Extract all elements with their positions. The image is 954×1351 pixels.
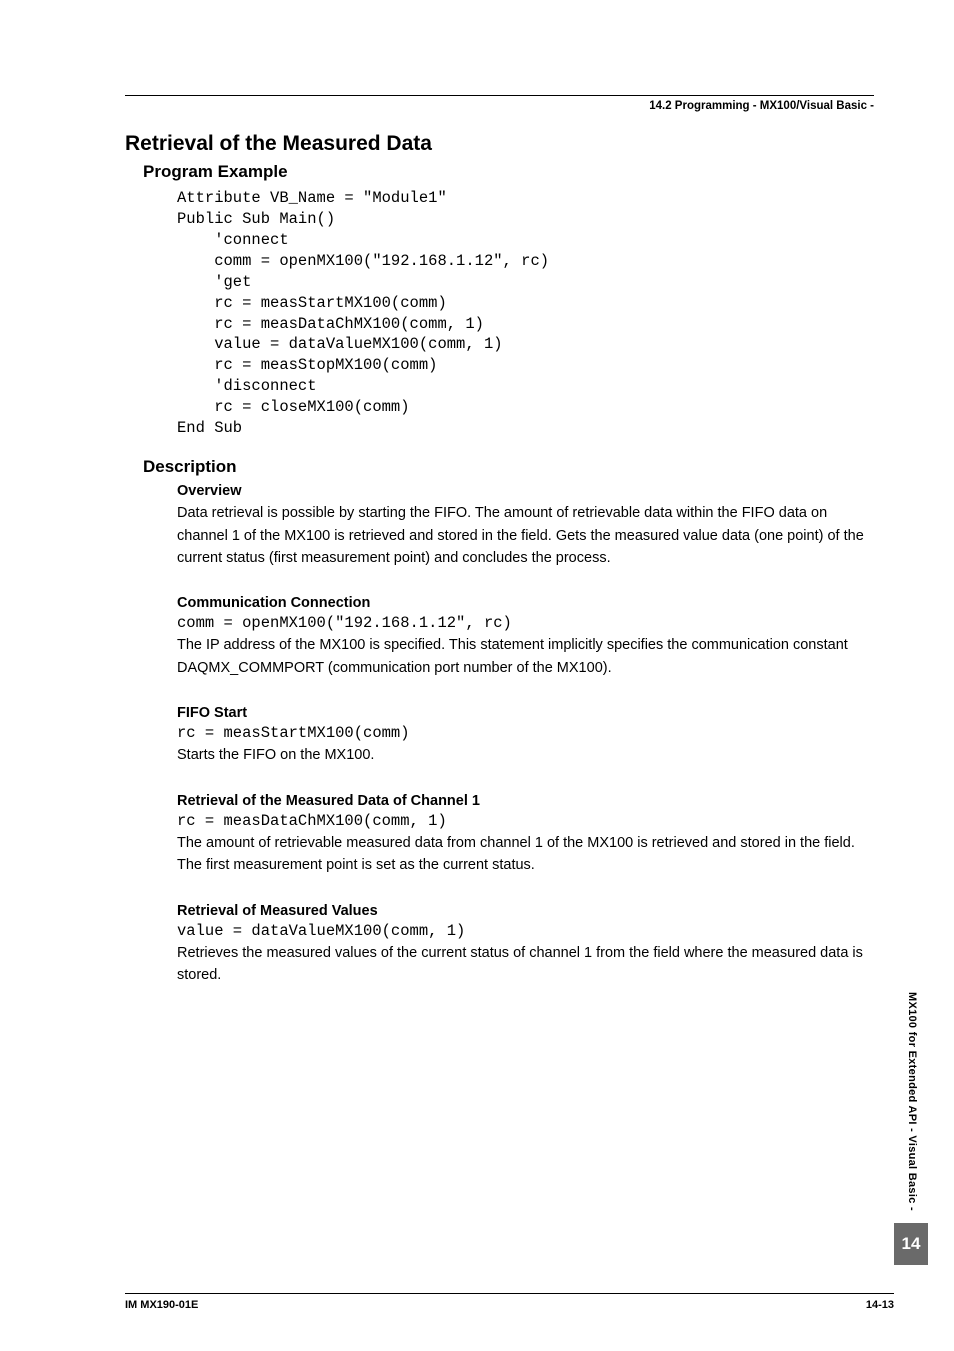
section-title: Communication Connection	[177, 595, 874, 611]
chapter-badge: 14	[894, 1223, 928, 1265]
description-heading: Description	[143, 457, 874, 477]
page-footer: IM MX190-01E 14-13	[125, 1293, 894, 1311]
section-title: FIFO Start	[177, 705, 874, 721]
section-code: rc = measStartMX100(comm)	[177, 724, 874, 742]
footer-page-number: 14-13	[866, 1299, 894, 1311]
section-body: The amount of retrievable measured data …	[177, 832, 874, 877]
program-example-code: Attribute VB_Name = "Module1" Public Sub…	[177, 188, 874, 439]
section-title: Retrieval of Measured Values	[177, 903, 874, 919]
header-section-ref: 14.2 Programming - MX100/Visual Basic -	[125, 100, 874, 112]
section-code: value = dataValueMX100(comm, 1)	[177, 922, 874, 940]
page-title: Retrieval of the Measured Data	[125, 132, 874, 156]
footer-rule	[125, 1293, 894, 1294]
section-retrieval-measured-values: Retrieval of Measured Values value = dat…	[177, 903, 874, 987]
section-retrieval-channel-1: Retrieval of the Measured Data of Channe…	[177, 793, 874, 877]
section-title: Overview	[177, 483, 874, 499]
section-title: Retrieval of the Measured Data of Channe…	[177, 793, 874, 809]
section-overview: Overview Data retrieval is possible by s…	[177, 483, 874, 569]
side-tab-label: MX100 for Extended API - Visual Basic -	[906, 992, 918, 1211]
section-body: Retrieves the measured values of the cur…	[177, 942, 874, 987]
section-communication-connection: Communication Connection comm = openMX10…	[177, 595, 874, 679]
footer-doc-id: IM MX190-01E	[125, 1299, 198, 1311]
section-code: comm = openMX100("192.168.1.12", rc)	[177, 614, 874, 632]
section-body: Data retrieval is possible by starting t…	[177, 502, 874, 569]
section-body: The IP address of the MX100 is specified…	[177, 634, 874, 679]
program-example-heading: Program Example	[143, 162, 874, 182]
section-code: rc = measDataChMX100(comm, 1)	[177, 812, 874, 830]
section-body: Starts the FIFO on the MX100.	[177, 744, 874, 766]
header-rule	[125, 95, 874, 96]
section-fifo-start: FIFO Start rc = measStartMX100(comm) Sta…	[177, 705, 874, 766]
